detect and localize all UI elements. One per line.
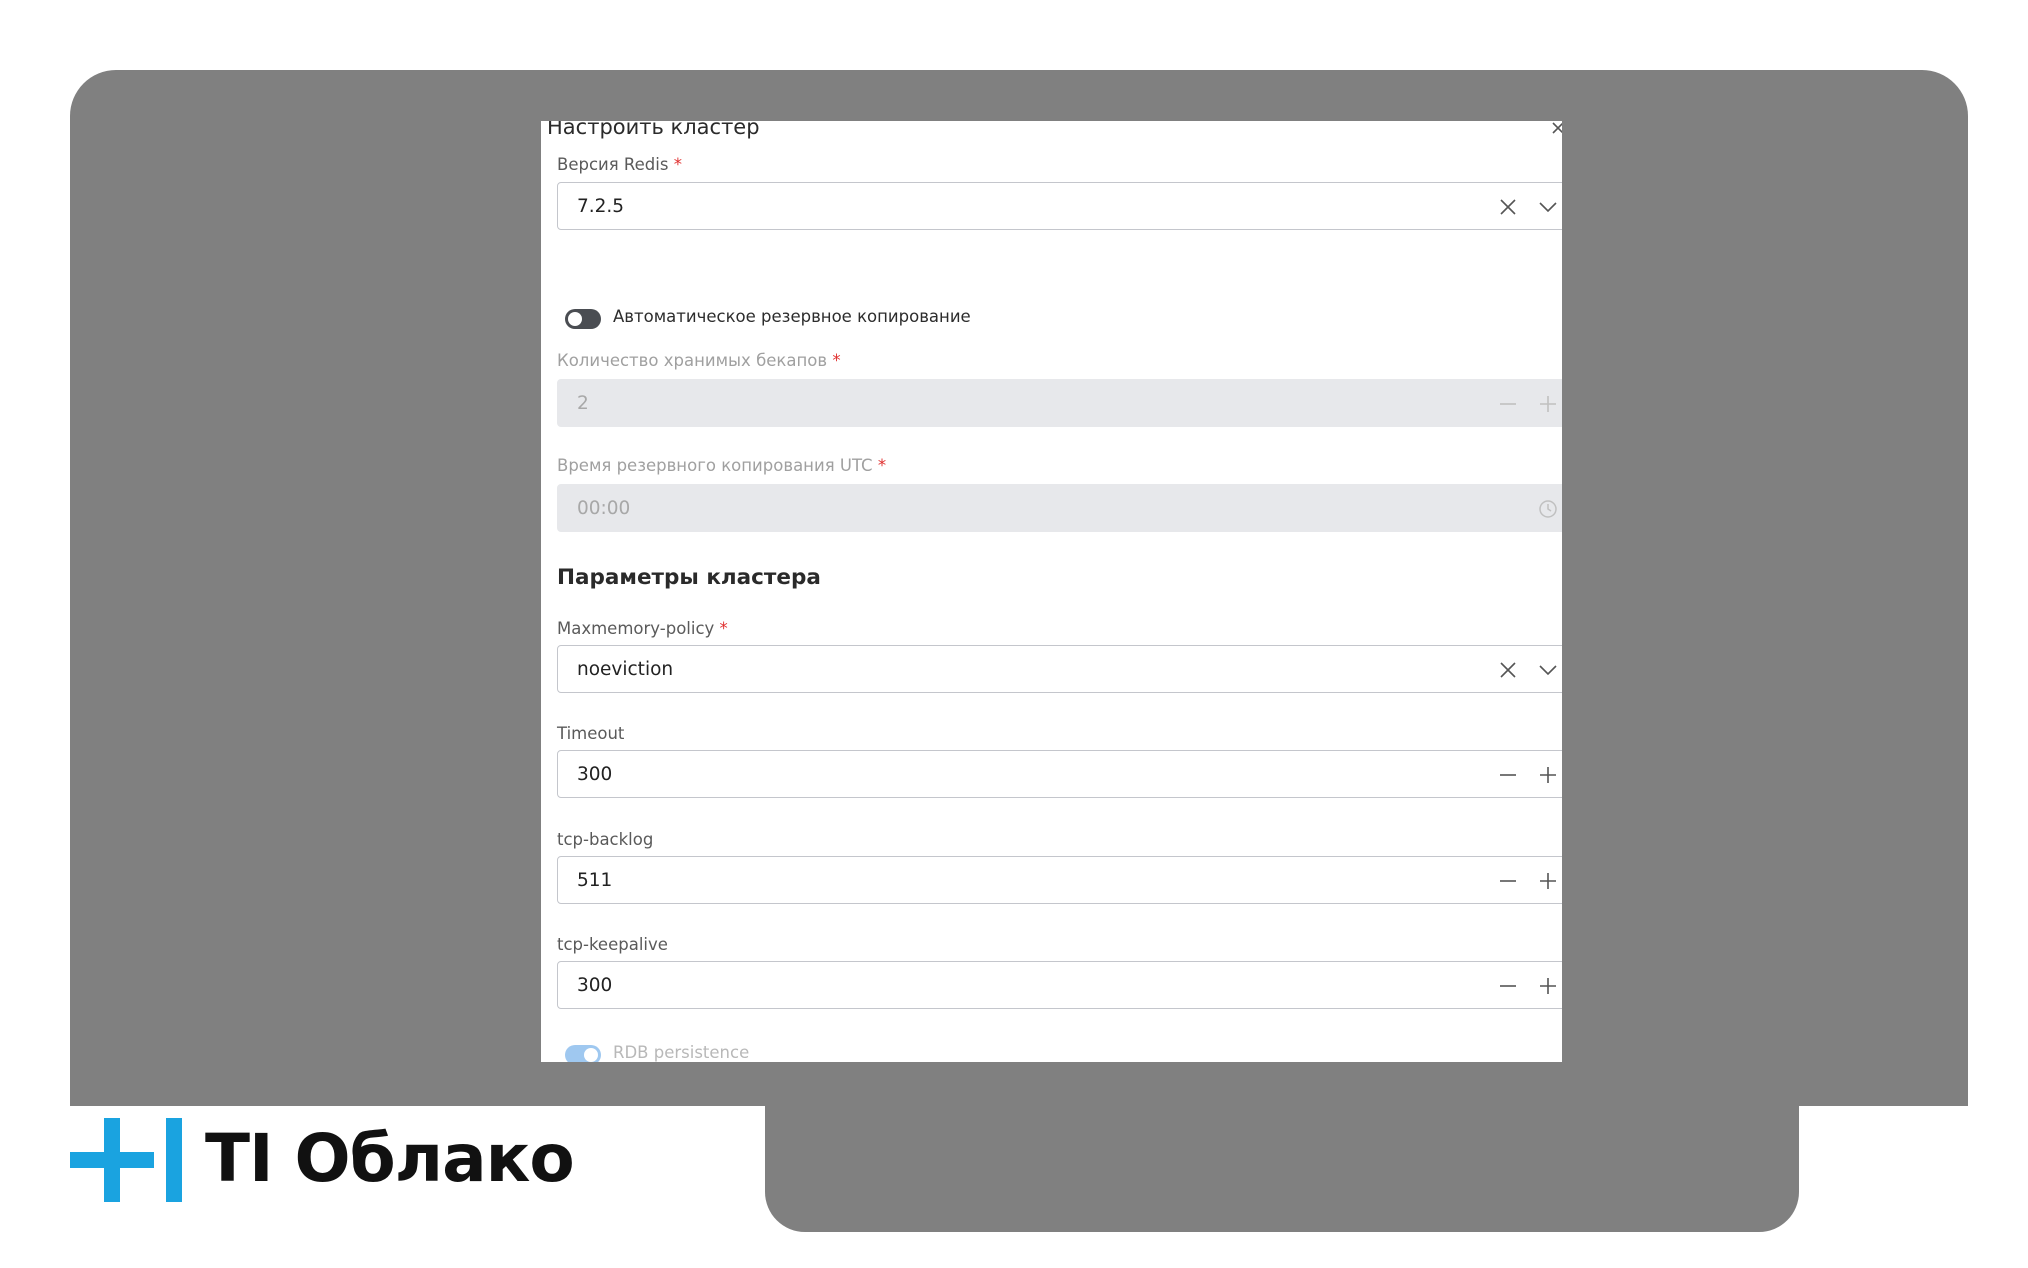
clear-icon[interactable] bbox=[1498, 197, 1518, 217]
minus-icon[interactable] bbox=[1498, 394, 1518, 414]
tcp-keepalive-value: 300 bbox=[577, 975, 613, 996]
timeout-label: Timeout bbox=[557, 724, 625, 743]
timeout-value: 300 bbox=[577, 764, 613, 785]
plus-icon[interactable] bbox=[1538, 394, 1558, 414]
screenshot-backdrop-tab bbox=[765, 1040, 1799, 1232]
chevron-down-icon[interactable] bbox=[1538, 197, 1558, 217]
toggle-knob bbox=[568, 312, 582, 326]
clock-icon[interactable] bbox=[1538, 499, 1558, 519]
minus-icon[interactable] bbox=[1498, 765, 1518, 785]
redis-version-select[interactable]: 7.2.5 bbox=[557, 182, 1562, 230]
maxmemory-policy-label: Maxmemory-policy * bbox=[557, 619, 728, 638]
plus-icon[interactable] bbox=[1538, 976, 1558, 996]
minus-icon[interactable] bbox=[1498, 871, 1518, 891]
backdrop-fill bbox=[1799, 1040, 1968, 1106]
maxmemory-policy-value: noeviction bbox=[577, 659, 674, 680]
backup-count-input[interactable]: 2 bbox=[557, 379, 1562, 427]
plus-icon[interactable] bbox=[1538, 765, 1558, 785]
backdrop-cutout bbox=[1799, 1106, 2028, 1268]
backup-time-input[interactable]: 00:00 bbox=[557, 484, 1562, 532]
toggle-knob bbox=[584, 1048, 598, 1062]
rdb-persistence-label: RDB persistence bbox=[613, 1043, 750, 1062]
cluster-params-heading: Параметры кластера bbox=[557, 565, 821, 590]
rdb-persistence-toggle[interactable] bbox=[565, 1045, 601, 1062]
auto-backup-toggle[interactable] bbox=[565, 309, 601, 329]
dialog-title: Настроить кластер bbox=[547, 121, 760, 139]
tcp-keepalive-input[interactable]: 300 bbox=[557, 961, 1562, 1009]
backup-time-label: Время резервного копирования UTC * bbox=[557, 456, 887, 475]
maxmemory-policy-select[interactable]: noeviction bbox=[557, 645, 1562, 693]
tcp-backlog-value: 511 bbox=[577, 870, 613, 891]
timeout-input[interactable]: 300 bbox=[557, 750, 1562, 798]
close-icon[interactable] bbox=[1551, 121, 1562, 135]
tcp-backlog-input[interactable]: 511 bbox=[557, 856, 1562, 904]
minus-icon[interactable] bbox=[1498, 976, 1518, 996]
auto-backup-label: Автоматическое резервное копирование bbox=[613, 307, 971, 326]
backup-time-value: 00:00 bbox=[577, 498, 631, 519]
brand-logo-icon bbox=[70, 1118, 182, 1202]
redis-version-label: Версия Redis * bbox=[557, 155, 682, 174]
brand-name: TI Облако bbox=[205, 1120, 575, 1197]
chevron-down-icon[interactable] bbox=[1538, 660, 1558, 680]
configure-cluster-dialog: Настроить кластер Версия Redis * 7.2.5 А… bbox=[541, 121, 1562, 1062]
tcp-backlog-label: tcp-backlog bbox=[557, 830, 654, 849]
backup-count-value: 2 bbox=[577, 393, 589, 414]
tcp-keepalive-label: tcp-keepalive bbox=[557, 935, 668, 954]
redis-version-value: 7.2.5 bbox=[577, 196, 625, 217]
plus-icon[interactable] bbox=[1538, 871, 1558, 891]
clear-icon[interactable] bbox=[1498, 660, 1518, 680]
backup-count-label: Количество хранимых бекапов * bbox=[557, 351, 841, 370]
